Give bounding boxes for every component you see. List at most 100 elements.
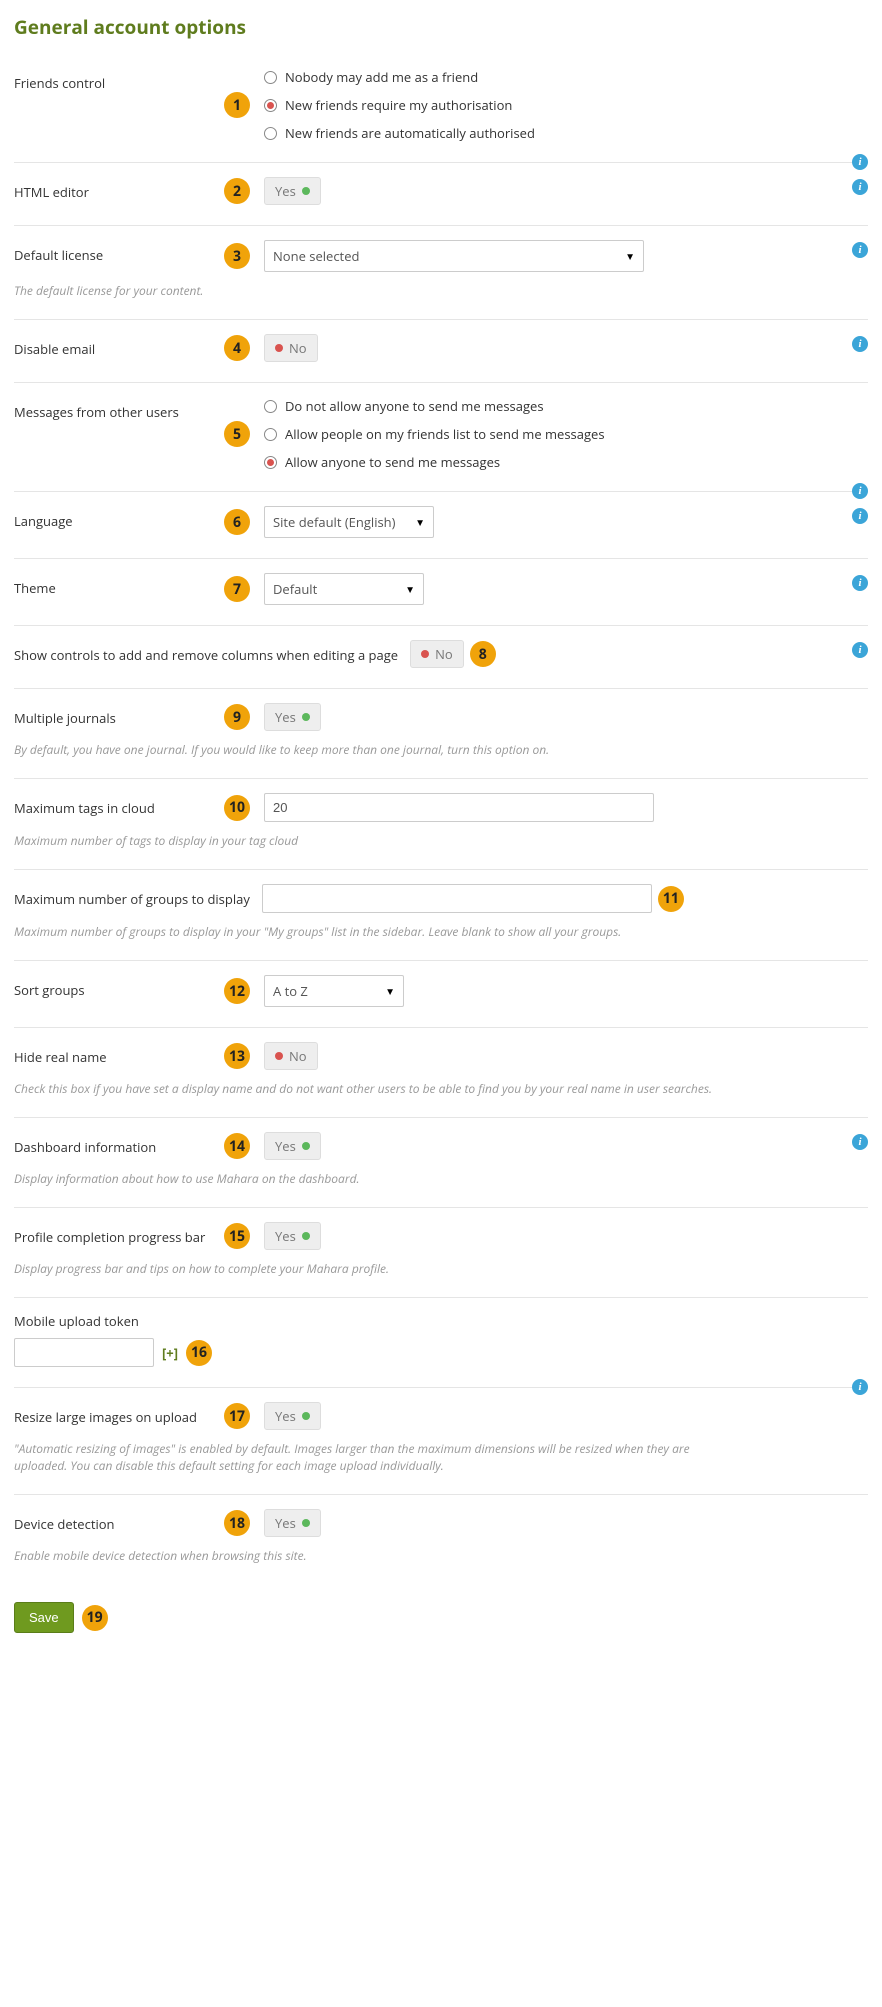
mobile-token-input[interactable]	[14, 1338, 154, 1367]
dashboard-info-group: Dashboard information 14 Yes i Display i…	[14, 1124, 868, 1208]
radio-label: Do not allow anyone to send me messages	[285, 397, 544, 415]
radio-icon	[264, 127, 277, 140]
language-label: Language	[14, 506, 224, 530]
select-value: Default	[273, 580, 317, 598]
radio-label: Allow people on my friends list to send …	[285, 425, 605, 443]
messages-option-none[interactable]: Do not allow anyone to send me messages	[264, 397, 605, 415]
friends-option-nobody[interactable]: Nobody may add me as a friend	[264, 68, 535, 86]
caret-icon: ▼	[385, 984, 395, 998]
disable-email-group: Disable email 4 No i	[14, 326, 868, 383]
hide-name-toggle[interactable]: No	[264, 1042, 318, 1070]
theme-label: Theme	[14, 573, 224, 597]
default-license-label: Default license	[14, 240, 224, 264]
toggle-dot-icon	[302, 713, 310, 721]
progress-bar-toggle[interactable]: Yes	[264, 1222, 321, 1250]
toggle-text: No	[289, 339, 307, 357]
columns-label: Show controls to add and remove columns …	[14, 640, 410, 664]
info-icon[interactable]: i	[852, 336, 868, 352]
radio-icon	[264, 400, 277, 413]
hide-name-label: Hide real name	[14, 1042, 224, 1066]
info-icon[interactable]: i	[852, 1379, 868, 1395]
bubble-5: 5	[224, 421, 250, 447]
radio-icon	[264, 456, 277, 469]
select-value: Site default (English)	[273, 513, 396, 531]
messages-option-anyone[interactable]: Allow anyone to send me messages	[264, 453, 605, 471]
info-icon[interactable]: i	[852, 242, 868, 258]
device-detection-group: Device detection 18 Yes Enable mobile de…	[14, 1501, 868, 1572]
bubble-13: 13	[224, 1043, 250, 1069]
language-select[interactable]: Site default (English) ▼	[264, 506, 434, 538]
select-value: None selected	[273, 247, 359, 265]
toggle-text: No	[289, 1047, 307, 1065]
toggle-dot-icon	[302, 1519, 310, 1527]
default-license-select[interactable]: None selected ▼	[264, 240, 644, 272]
device-detection-toggle[interactable]: Yes	[264, 1509, 321, 1537]
columns-toggle[interactable]: No	[410, 640, 464, 668]
resize-images-label: Resize large images on upload	[14, 1402, 224, 1426]
friends-option-authorise[interactable]: New friends require my authorisation	[264, 96, 535, 114]
info-icon[interactable]: i	[852, 642, 868, 658]
info-icon[interactable]: i	[852, 1134, 868, 1150]
dashboard-info-help: Display information about how to use Mah…	[14, 1170, 868, 1187]
radio-icon	[264, 428, 277, 441]
mobile-token-label: Mobile upload token	[14, 1312, 868, 1330]
journals-group: Multiple journals 9 Yes By default, you …	[14, 695, 868, 779]
caret-icon: ▼	[625, 249, 635, 263]
resize-images-toggle[interactable]: Yes	[264, 1402, 321, 1430]
max-groups-input[interactable]	[262, 884, 652, 913]
radio-label: New friends are automatically authorised	[285, 124, 535, 142]
bubble-1: 1	[224, 92, 250, 118]
toggle-text: Yes	[275, 1514, 296, 1532]
sort-groups-label: Sort groups	[14, 975, 224, 999]
disable-email-toggle[interactable]: No	[264, 334, 318, 362]
friends-control-group: Friends control 1 Nobody may add me as a…	[14, 60, 868, 163]
toggle-text: Yes	[275, 1227, 296, 1245]
bubble-7: 7	[224, 576, 250, 602]
bubble-11: 11	[658, 886, 684, 912]
info-icon[interactable]: i	[852, 483, 868, 499]
bubble-2: 2	[224, 178, 250, 204]
radio-label: New friends require my authorisation	[285, 96, 512, 114]
friends-option-auto[interactable]: New friends are automatically authorised	[264, 124, 535, 142]
save-button[interactable]: Save	[14, 1602, 74, 1633]
html-editor-label: HTML editor	[14, 177, 224, 201]
max-groups-help: Maximum number of groups to display in y…	[14, 923, 868, 940]
toggle-dot-icon	[421, 650, 429, 658]
toggle-dot-icon	[302, 1142, 310, 1150]
caret-icon: ▼	[405, 582, 415, 596]
toggle-dot-icon	[275, 1052, 283, 1060]
toggle-text: Yes	[275, 182, 296, 200]
bubble-15: 15	[224, 1223, 250, 1249]
sort-groups-select[interactable]: A to Z ▼	[264, 975, 404, 1007]
bubble-6: 6	[224, 509, 250, 535]
columns-group: Show controls to add and remove columns …	[14, 632, 868, 689]
dashboard-info-toggle[interactable]: Yes	[264, 1132, 321, 1160]
bubble-14: 14	[224, 1133, 250, 1159]
resize-images-group: Resize large images on upload 17 Yes "Au…	[14, 1394, 868, 1495]
journals-toggle[interactable]: Yes	[264, 703, 321, 731]
info-icon[interactable]: i	[852, 154, 868, 170]
bubble-19: 19	[82, 1605, 108, 1631]
bubble-4: 4	[224, 335, 250, 361]
journals-label: Multiple journals	[14, 703, 224, 727]
max-groups-label: Maximum number of groups to display	[14, 884, 262, 908]
bubble-8: 8	[470, 641, 496, 667]
theme-group: Theme 7 Default ▼ i	[14, 565, 868, 626]
info-icon[interactable]: i	[852, 508, 868, 524]
info-icon[interactable]: i	[852, 575, 868, 591]
theme-select[interactable]: Default ▼	[264, 573, 424, 605]
mobile-token-add[interactable]: [+]	[162, 1344, 178, 1362]
html-editor-toggle[interactable]: Yes	[264, 177, 321, 205]
dashboard-info-label: Dashboard information	[14, 1132, 224, 1156]
journals-help: By default, you have one journal. If you…	[14, 741, 868, 758]
radio-label: Allow anyone to send me messages	[285, 453, 500, 471]
device-detection-help: Enable mobile device detection when brow…	[14, 1547, 868, 1564]
max-tags-input[interactable]	[264, 793, 654, 822]
hide-name-group: Hide real name 13 No Check this box if y…	[14, 1034, 868, 1118]
info-icon[interactable]: i	[852, 179, 868, 195]
sort-groups-group: Sort groups 12 A to Z ▼	[14, 967, 868, 1028]
messages-option-friends[interactable]: Allow people on my friends list to send …	[264, 425, 605, 443]
bubble-18: 18	[224, 1510, 250, 1536]
bubble-3: 3	[224, 243, 250, 269]
radio-icon	[264, 71, 277, 84]
